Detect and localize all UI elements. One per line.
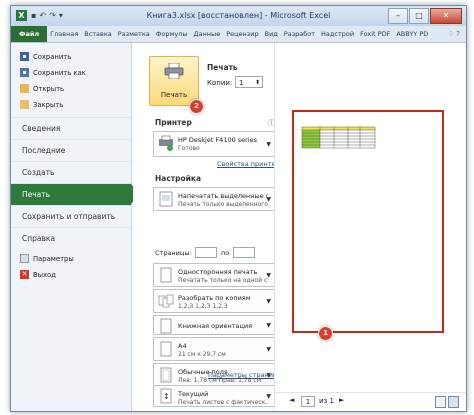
exit-icon: ✕ [20,270,29,279]
tab-foxit-pdf[interactable]: Foxit PDF [357,30,393,38]
one-sided-icon [160,267,172,283]
prev-page-icon[interactable]: ◄ [289,396,294,404]
scaling-select[interactable]: ↕ Текущий Печать листов с фактическ... ▼ [153,385,275,407]
orientation-select[interactable]: Книжная ориентация ▼ [153,315,275,335]
step-badge-1: 1 [318,326,333,341]
dropdown-arrow-icon: ▼ [266,141,271,148]
current-page-input[interactable]: 1 [301,396,315,407]
tab-page-layout[interactable]: Разметка [115,30,153,38]
tab-file[interactable]: Файл [11,26,48,42]
pages-from-input[interactable] [195,247,217,258]
ribbon-tabs: Файл Главная Вставка Разметка Формулы Да… [11,26,466,43]
printer-device-icon [159,135,173,151]
dropdown-arrow-icon: ▼ [266,322,271,329]
dropdown-arrow-icon: ▼ [266,272,271,279]
sheet-icon [159,191,173,207]
printer-status: Готово [178,145,200,152]
pages-label: Страницы: [155,249,192,257]
save-icon: ▪ [20,52,29,61]
backstage-help[interactable]: Справка [11,227,131,249]
printer-icon [164,63,184,79]
open-folder-icon [20,84,29,93]
tab-data[interactable]: Данные [191,30,224,38]
zoom-to-page-icon[interactable] [448,396,459,408]
backstage-close[interactable]: Закрыть [11,97,131,113]
copies-input[interactable]: 1 ⬍ [235,76,263,88]
printer-select[interactable]: HP Deskjet F4100 series Готово ▼ [153,131,275,157]
tab-insert[interactable]: Вставка [81,30,115,38]
spinner-icon[interactable]: ⬍ [255,77,260,89]
print-settings-panel: Печать Печать 2 Копии: 1 ⬍ Принтер ⓘ HP D… [133,43,284,411]
scaling-icon: ↕ [160,388,172,404]
maximize-button[interactable]: □ [409,8,429,24]
pages-to-input[interactable] [233,247,255,258]
dropdown-arrow-icon: ▼ [266,196,271,203]
page-navigation: ◄ 1 из 1 ► [275,392,466,411]
svg-text:↕: ↕ [163,392,170,401]
help-icon[interactable]: ♢ ? [442,30,466,38]
printer-name: HP Deskjet F4100 series [178,136,258,144]
portrait-icon [160,318,172,334]
collate-icon [158,294,174,308]
tab-addins[interactable]: Надстрой [318,30,357,38]
print-heading: Печать [207,63,238,72]
preview-table-thumbnail [301,126,376,149]
print-preview: 1 ◄ 1 из 1 ► [274,43,466,411]
paper-size-icon [160,341,172,357]
dropdown-arrow-icon: ▼ [266,393,271,400]
dropdown-arrow-icon: ▼ [266,346,271,353]
backstage-exit[interactable]: ✕ Выход [11,267,131,283]
excel-window: X ▪↶↷▾ Книга3.xlsx [восстановлен] - Micr… [10,5,467,412]
tab-formulas[interactable]: Формулы [153,30,191,38]
total-pages: из 1 [319,397,334,405]
window-controls: – □ ✕ [387,8,462,24]
margins-icon [160,367,172,383]
dropdown-arrow-icon: ▼ [266,298,271,305]
print-button-label: Печать [160,91,188,99]
sides-select[interactable]: Односторонняя печать Печатать только на … [153,263,275,287]
close-button[interactable]: ✕ [430,8,462,24]
collate-select[interactable]: Разобрать по копиям 1,2,3 1,2,3 1,2,3 ▼ [153,289,275,313]
print-button[interactable]: Печать [149,56,199,106]
backstage-info[interactable]: Сведения [11,117,131,139]
backstage-options[interactable]: Параметры [11,251,131,267]
tab-review[interactable]: Рецензир [223,30,261,38]
backstage-recent[interactable]: Последние [11,139,131,161]
settings-heading: Настройка [155,174,202,183]
close-file-icon [20,100,29,109]
backstage-open[interactable]: Открыть [11,81,131,97]
backstage-nav: ▪ Сохранить ▪ Сохранить как Открыть Закр… [11,43,140,411]
paper-size-select[interactable]: A4 21 см x 29,7 см ▼ [153,337,275,361]
tab-home[interactable]: Главная [47,30,81,38]
minimize-button[interactable]: – [388,8,408,24]
backstage-save-send[interactable]: Сохранить и отправить [11,205,131,227]
backstage-new[interactable]: Создать [11,161,131,183]
pages-to-label: по [221,249,230,257]
tab-abbyy-pdf[interactable]: ABBYY PD [393,30,431,38]
options-icon [20,254,29,263]
backstage-save-as[interactable]: ▪ Сохранить как [11,65,131,81]
tab-view[interactable]: Вид [262,30,281,38]
tab-developer[interactable]: Разработ [281,30,318,38]
preview-page: 1 [292,110,444,341]
page-setup-link[interactable]: Параметры страницы [208,371,283,379]
step-badge-2: 2 [189,99,204,114]
show-margins-icon[interactable] [435,396,446,408]
next-page-icon[interactable]: ► [339,396,344,404]
title-bar: X ▪↶↷▾ Книга3.xlsx [восстановлен] - Micr… [11,6,466,26]
print-what-select[interactable]: Напечатать выделенные фр... Печать тольк… [153,187,275,211]
backstage-print[interactable]: Печать [11,183,140,205]
save-as-icon: ▪ [20,68,29,77]
copies-label: Копии: [207,79,233,87]
backstage-save[interactable]: ▪ Сохранить [11,49,131,65]
printer-heading: Принтер [155,118,192,127]
